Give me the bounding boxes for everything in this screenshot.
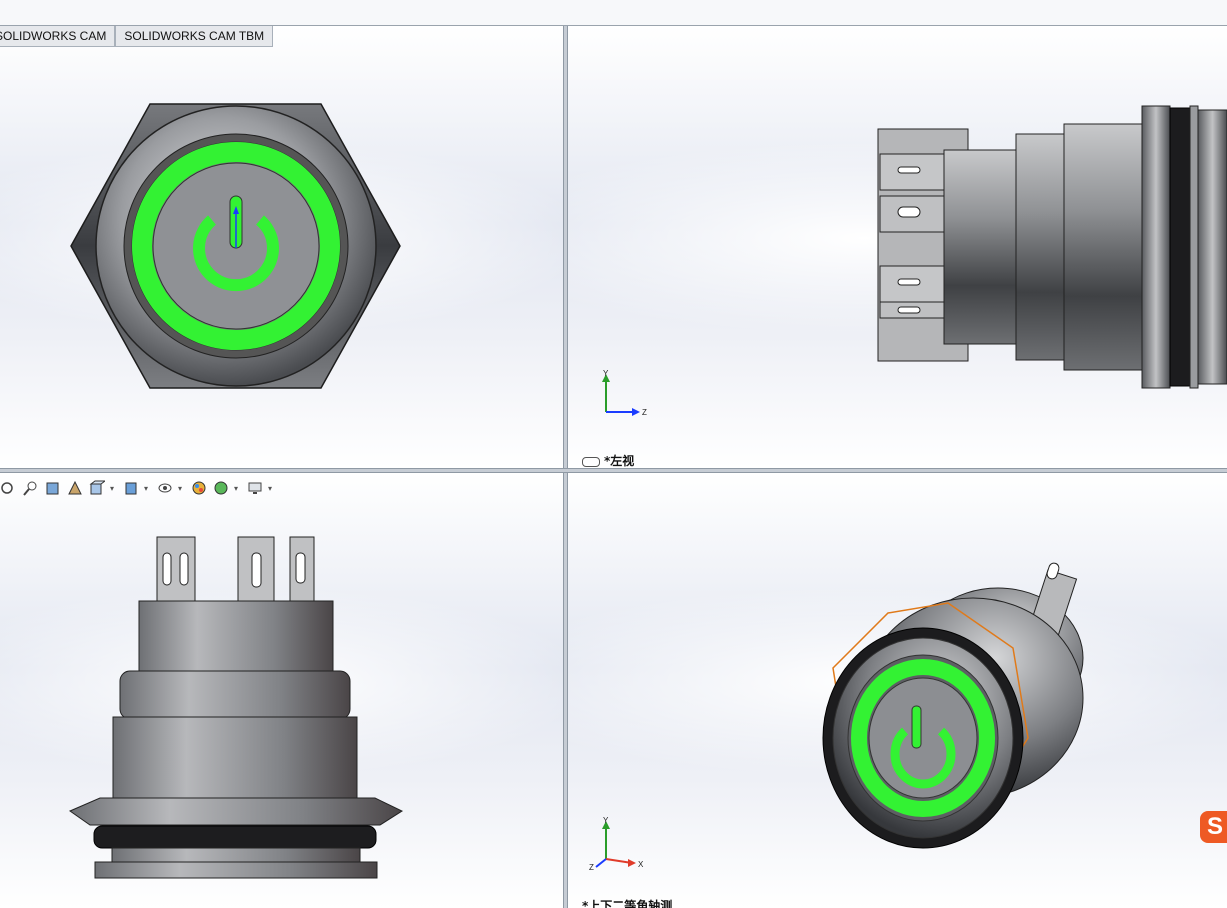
- apply-scene-icon[interactable]: [212, 479, 230, 497]
- triad-y-label: Y: [603, 816, 609, 825]
- viewport-isometric[interactable]: S Y X Z *上下二等角轴测: [568, 473, 1227, 908]
- view-name-label: *左视: [582, 452, 634, 468]
- viewport-top[interactable]: ▾ ▾ ▾ ▾ ▾: [0, 473, 563, 908]
- command-manager-bar: [0, 0, 1227, 26]
- chevron-down-icon[interactable]: ▾: [234, 484, 242, 493]
- zoom-fit-icon[interactable]: [0, 479, 18, 497]
- viewport-front[interactable]: [0, 26, 563, 468]
- view-name-label: *上下二等角轴测: [582, 899, 673, 908]
- triad-y-label: Y: [603, 369, 609, 378]
- power-symbol-bar: [911, 705, 922, 749]
- top-view-model: [68, 536, 404, 879]
- section-view-icon[interactable]: [66, 479, 84, 497]
- viewport-horizontal-splitter[interactable]: [0, 468, 1227, 473]
- tab-solidworks-cam[interactable]: SOLIDWORKS CAM: [0, 26, 116, 47]
- chevron-down-icon[interactable]: ▾: [110, 484, 118, 493]
- chevron-down-icon[interactable]: ▾: [268, 484, 276, 493]
- chevron-down-icon[interactable]: ▾: [178, 484, 186, 493]
- heads-up-view-toolbar: ▾ ▾ ▾ ▾ ▾: [0, 479, 276, 497]
- tab-solidworks-cam-tbm[interactable]: SOLIDWORKS CAM TBM: [115, 26, 274, 47]
- command-tabs: SOLIDWORKS CAM SOLIDWORKS CAM TBM: [0, 26, 274, 47]
- input-method-logo[interactable]: S: [1200, 811, 1227, 843]
- link-icon: [582, 456, 600, 467]
- chevron-down-icon[interactable]: ▾: [144, 484, 152, 493]
- viewport-vertical-splitter[interactable]: [563, 26, 568, 908]
- view-settings-icon[interactable]: [246, 479, 264, 497]
- zoom-area-icon[interactable]: [22, 479, 40, 497]
- triad-z-label: Z: [589, 863, 594, 871]
- viewport-left[interactable]: Y Z *左视: [568, 26, 1227, 468]
- axis-triad: Y Z: [602, 369, 647, 417]
- axis-triad: Y X Z: [589, 816, 644, 871]
- previous-view-icon[interactable]: [44, 479, 62, 497]
- triad-z-label: Z: [642, 408, 647, 417]
- display-style-icon[interactable]: [122, 479, 140, 497]
- front-view-model: [70, 103, 401, 389]
- hide-show-items-icon[interactable]: [156, 479, 174, 497]
- triad-x-label: X: [638, 860, 644, 869]
- edit-appearance-icon[interactable]: [190, 479, 208, 497]
- view-orientation-icon[interactable]: [88, 479, 106, 497]
